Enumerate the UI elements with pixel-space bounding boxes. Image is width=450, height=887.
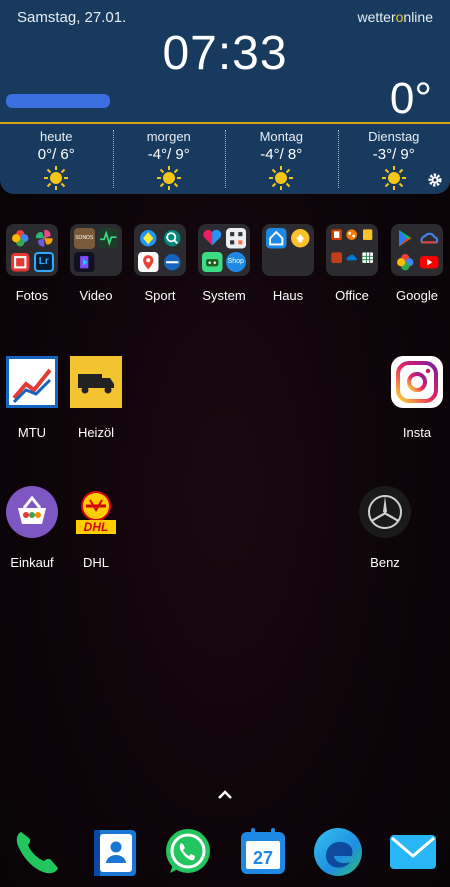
- shared-app-icon: [346, 229, 358, 240]
- folder-icon: Shop: [198, 224, 250, 276]
- media-app-icon: [74, 251, 95, 272]
- fitness-icon: [163, 253, 180, 270]
- folder-icon: [134, 224, 186, 276]
- sonos-icon: SONOS: [74, 228, 95, 249]
- empty-slot: [98, 252, 119, 273]
- forecast-day: morgen -4°/ 9°: [112, 124, 226, 194]
- empty-slot: [266, 262, 287, 272]
- location-redacted: [6, 94, 110, 108]
- forecast-temp: -4°/ 9°: [147, 146, 190, 163]
- sun-icon: [44, 166, 69, 190]
- forecast-day-name: morgen: [146, 129, 191, 144]
- calendar-icon[interactable]: 27: [237, 826, 289, 878]
- app-benz[interactable]: Benz: [345, 486, 425, 570]
- app-label: Insta: [402, 425, 432, 440]
- theme-icon: [203, 229, 222, 246]
- folder-icon: Lr: [6, 224, 58, 276]
- pinwheel-icon: [35, 229, 53, 247]
- forecast-temp: -4°/ 8°: [260, 146, 303, 163]
- maps-icon: [138, 251, 159, 272]
- home-icon: [266, 228, 287, 249]
- phone-icon[interactable]: [11, 826, 63, 878]
- app-instagram[interactable]: Insta: [377, 356, 450, 440]
- folder-icon: [326, 224, 378, 276]
- truck-icon: [70, 356, 122, 408]
- current-temperature: 0°: [389, 74, 432, 123]
- android-robot-icon: [202, 251, 223, 272]
- forecast-row[interactable]: heute 0°/ 6° morgen -4°/ 9° Montag -4°/ …: [0, 124, 450, 194]
- whatsapp-icon[interactable]: [162, 826, 214, 878]
- widget-date: Samstag, 27.01.: [17, 9, 127, 26]
- notes-icon: [362, 229, 372, 240]
- shop-icon: Shop: [225, 251, 246, 272]
- chevron-up-icon[interactable]: [217, 788, 233, 800]
- calendar-day-number: 27: [253, 848, 273, 868]
- folder-google[interactable]: Google: [377, 224, 450, 303]
- play-store-icon: [399, 230, 412, 247]
- weather-widget[interactable]: Samstag, 27.01. wetteronline 07:33 0° he…: [0, 0, 450, 194]
- powerpoint-icon: [331, 252, 342, 263]
- folder-icon: [391, 224, 443, 276]
- smart-home-icon: [290, 229, 309, 248]
- empty-slot: [290, 262, 311, 272]
- screen-recorder-icon: [11, 252, 30, 271]
- app-label: Heizöl: [77, 425, 115, 440]
- spreadsheet-icon: [361, 252, 373, 263]
- basket-icon: [6, 486, 58, 538]
- folder-icon: [262, 224, 314, 276]
- svg-text:DHL: DHL: [84, 520, 109, 534]
- dhl-logo-icon: DHL: [76, 491, 116, 534]
- wetteronline-logo: wetteronline: [357, 9, 433, 25]
- chart-trend-icon: [6, 356, 58, 408]
- photos-icon: [12, 230, 29, 247]
- app-label: Benz: [370, 555, 400, 570]
- email-icon[interactable]: [387, 826, 439, 878]
- folder-icon: SONOS: [70, 224, 122, 276]
- search-app-icon: [163, 230, 180, 247]
- cloud-icon: [420, 232, 438, 244]
- sun-icon: [156, 166, 181, 190]
- forecast-temp: -3°/ 9°: [372, 146, 415, 163]
- app-label: Google: [396, 288, 438, 303]
- sun-icon: [381, 166, 406, 190]
- lightroom-icon: Lr: [33, 251, 54, 272]
- calculator-icon: [225, 228, 246, 249]
- forecast-day-name: Dienstag: [368, 129, 420, 144]
- onedrive-icon: [346, 254, 358, 261]
- sport-app-icon: [140, 230, 157, 247]
- sun-icon: [269, 166, 294, 190]
- contacts-icon[interactable]: [89, 826, 141, 878]
- forecast-day: Montag -4°/ 8°: [225, 124, 338, 194]
- photos-icon: [397, 253, 414, 270]
- youtube-icon: [419, 255, 438, 268]
- forecast-temp: 0°/ 6°: [37, 146, 75, 163]
- app-dhl[interactable]: DHL DHL: [56, 486, 136, 570]
- instagram-icon: [391, 356, 443, 408]
- forecast-day-name: heute: [39, 129, 73, 144]
- gear-icon[interactable]: [427, 172, 443, 188]
- clock-time[interactable]: 07:33: [0, 26, 450, 81]
- app-label: DHL: [82, 555, 109, 570]
- forecast-day-name: Montag: [259, 129, 303, 144]
- app-heizoel[interactable]: Heizöl: [56, 356, 136, 440]
- forecast-day: heute 0°/ 6°: [0, 124, 113, 194]
- edge-browser-icon[interactable]: [312, 826, 364, 878]
- pulse-icon: [97, 228, 118, 249]
- mercedes-star-icon: [359, 486, 411, 538]
- office-icon: [331, 229, 342, 240]
